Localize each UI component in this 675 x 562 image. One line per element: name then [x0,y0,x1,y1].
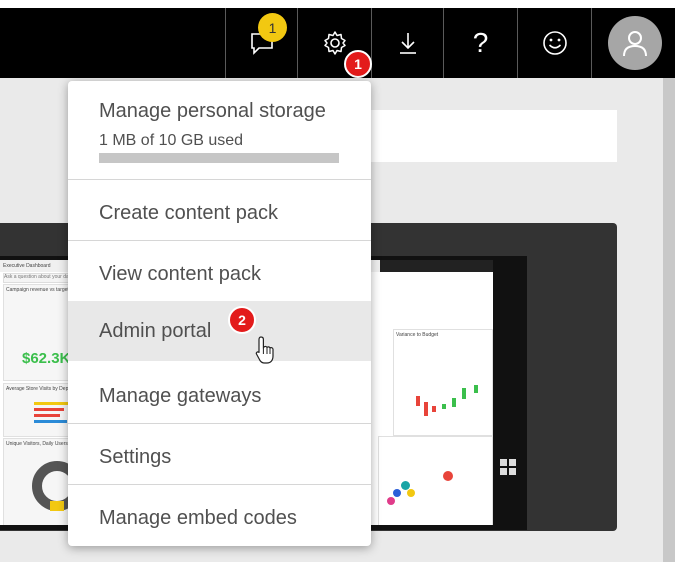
preview-waterfall-bar [462,388,466,399]
preview-tile-title: Campaign revenue vs target [6,287,69,293]
menu-item-create-content-pack[interactable]: Create content pack [68,183,371,243]
content-card [370,110,617,162]
preview-donut-slice [50,501,64,511]
avatar [608,16,662,70]
preview-scatter-point [407,489,415,497]
help-button[interactable]: ? [444,8,517,78]
preview-scatter-point [443,471,453,481]
preview-toolbar [380,260,493,272]
avatar-icon [623,31,647,57]
step-callout-1: 1 [344,50,372,78]
step-callout-2: 2 [228,306,256,334]
menu-item-admin-portal[interactable]: Admin portal [68,301,371,361]
preview-waterfall-bar [432,406,436,412]
preview-bar [34,414,60,417]
preview-waterfall-bar [442,404,446,409]
preview-tile-title: Average Store Visits by Dept [6,386,70,392]
menu-item-manage-gateways[interactable]: Manage gateways [68,366,371,426]
menu-divider [68,484,371,485]
window-top-strip [0,0,675,8]
preview-tile-title: Unique Visitors, Daily Users [6,441,68,447]
gear-icon [323,31,346,55]
preview-tile: Average Store Visits by Dept [3,383,73,437]
preview-bar [34,402,70,405]
preview-title: Executive Dashboard [3,263,51,269]
toolbar-separator [591,8,592,78]
preview-bar [34,420,67,423]
preview-tile-title: Variance to Budget [396,332,439,338]
windows-logo-icon [500,459,516,475]
hand-pointer-icon [255,336,274,364]
notification-count-badge: 1 [258,13,287,42]
preview-bar [34,408,64,411]
scrollbar-track[interactable] [663,78,675,562]
preview-tile: Variance to Budget [393,329,493,436]
menu-divider [68,179,371,180]
preview-tile [378,436,493,525]
preview-big-number: $62.3K [22,350,71,367]
menu-item-manage-storage[interactable]: Manage personal storage 1 MB of 10 GB us… [68,81,371,178]
preview-scatter-point [387,497,395,505]
preview-waterfall-bar [416,396,420,406]
storage-used-text: 1 MB of 10 GB used [99,132,244,149]
preview-waterfall-bar [452,398,456,407]
preview-scatter-point [393,489,401,497]
account-button[interactable] [604,8,666,78]
preview-tile: Unique Visitors, Daily Users [3,438,82,525]
smiley-icon [542,31,567,55]
download-button[interactable] [372,8,443,78]
menu-item-settings[interactable]: Settings [68,427,371,487]
feedback-button[interactable] [518,8,591,78]
settings-dropdown-menu: Manage personal storage 1 MB of 10 GB us… [68,81,371,546]
help-icon: ? [472,27,489,58]
preview-waterfall-bar [424,402,428,416]
menu-item-view-content-pack[interactable]: View content pack [68,244,371,304]
preview-waterfall-bar [474,385,478,393]
download-icon [399,33,416,54]
menu-divider [68,423,371,424]
storage-usage-bar [99,153,339,163]
menu-divider [68,240,371,241]
preview-qa-box: Ask a question about your data [3,273,75,283]
menu-item-manage-embed-codes[interactable]: Manage embed codes [68,488,371,548]
storage-title: Manage personal storage [99,100,326,122]
